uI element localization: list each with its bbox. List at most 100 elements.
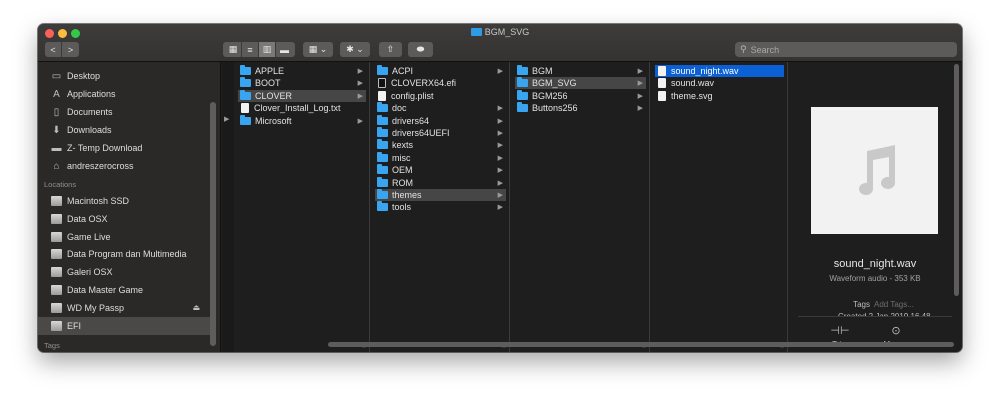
column-row[interactable]: sound_night.wav: [655, 65, 784, 77]
sidebar-item-label: Z- Temp Download: [67, 143, 143, 153]
list-view-button[interactable]: ≡: [242, 42, 259, 57]
row-label: config.plist: [391, 90, 434, 101]
row-label: kexts: [392, 140, 414, 151]
column-row[interactable]: doc ▶: [375, 102, 506, 114]
column-row[interactable]: Buttons256 ▶: [515, 102, 646, 114]
sidebar-location-label: Data OSX: [67, 213, 108, 224]
chevron-right-icon: ▶: [357, 68, 363, 75]
back-button[interactable]: <: [45, 42, 62, 57]
chevron-right-icon: ▶: [497, 179, 503, 187]
disk-icon: [50, 196, 63, 207]
column-row[interactable]: drivers64 ▶: [375, 114, 506, 127]
sidebar-location[interactable]: Data Program dan Multimedia: [38, 245, 210, 263]
share-button[interactable]: ⇧: [379, 42, 402, 57]
forward-button[interactable]: >: [62, 42, 79, 57]
executable-file-icon: [378, 78, 386, 89]
column-row[interactable]: BOOT ▶: [238, 77, 366, 89]
sidebar-location[interactable]: EFI: [38, 316, 210, 335]
chevron-right-icon: ▶: [637, 68, 643, 75]
column-row[interactable]: sound.wav: [655, 77, 784, 89]
folder-icon: [377, 151, 388, 162]
eject-icon[interactable]: ⏏: [192, 303, 200, 312]
sidebar-location[interactable]: Data Master Game: [38, 281, 210, 299]
sidebar-item[interactable]: ⌂ andreszerocross: [38, 157, 210, 175]
sidebar-scrollbar[interactable]: [210, 102, 216, 346]
column-row[interactable]: CLOVERX64.efi: [375, 77, 506, 89]
finder-window: BGM_SVG < > ▦ ≡ ▥ ▬ ▦ ⌄ ✱ ⌄ ⇧ ⬬ ⚲ Search…: [38, 24, 962, 352]
column-2: ACPI ▶ CLOVERX64.efi config.plist doc ▶ driver…: [371, 62, 510, 352]
row-label: sound.wav: [671, 78, 715, 89]
chevron-right-icon: ▶: [637, 105, 643, 113]
sidebar-item[interactable]: ▯ Documents: [38, 103, 210, 121]
sidebar-item[interactable]: ▬ Z- Temp Download: [38, 139, 210, 157]
chevron-right-icon: ▶: [497, 142, 503, 150]
column-row[interactable]: misc ▶: [375, 151, 506, 164]
column-row[interactable]: config.plist: [375, 90, 506, 102]
row-label: drivers64UEFI: [392, 128, 450, 138]
sidebar-location[interactable]: Macintosh SSD: [38, 192, 210, 210]
column-row[interactable]: ACPI ▶: [375, 65, 506, 77]
sidebar-location[interactable]: Data OSX: [38, 210, 210, 228]
preview-scrollbar[interactable]: [954, 64, 959, 296]
sidebar-location[interactable]: WD My Passp ⏏: [38, 299, 210, 317]
column-row[interactable]: tools ▶: [375, 201, 506, 213]
sidebar-item[interactable]: ▭ Desktop: [38, 67, 210, 85]
folder-icon: [240, 114, 251, 125]
row-label: tools: [392, 202, 412, 213]
column-row[interactable]: drivers64UEFI ▶: [375, 127, 506, 139]
row-label: Buttons256: [532, 103, 578, 114]
documents-icon: ▯: [53, 106, 60, 118]
sidebar-item[interactable]: ⬇ Downloads: [38, 121, 210, 139]
search-field[interactable]: ⚲ Search: [735, 42, 957, 57]
column-row[interactable]: APPLE ▶: [238, 65, 366, 77]
row-label: sound_night.wav: [671, 66, 739, 76]
chevron-right-icon: ▶: [497, 117, 503, 125]
action-gear-button[interactable]: ✱ ⌄: [340, 42, 370, 57]
chevron-right-icon: ▶: [497, 105, 503, 113]
column-3: BGM▶BGM_SVG▶BGM256▶Buttons256▶ ıı: [511, 62, 650, 352]
column-row[interactable]: ROM ▶: [375, 176, 506, 189]
row-label: BGM256: [532, 90, 568, 101]
folder-icon: [517, 77, 528, 88]
preview-tags-label: Tags: [853, 300, 870, 309]
preview-pane: sound_night.wav Waveform audio - 353 KB …: [788, 62, 962, 352]
folder-icon: ▬: [51, 142, 62, 154]
icon-view-button[interactable]: ▦: [225, 42, 242, 57]
column-row[interactable]: kexts ▶: [375, 139, 506, 151]
column-row[interactable]: Clover_Install_Log.txt: [238, 102, 366, 114]
folder-icon: [377, 201, 388, 212]
disk-icon: [50, 249, 63, 260]
preview-divider: [798, 316, 952, 317]
downloads-icon: ⬇: [52, 124, 61, 136]
tags-header: Tags: [44, 341, 60, 350]
sidebar-item-label: Downloads: [67, 125, 112, 135]
sidebar-item-label: Applications: [67, 89, 116, 99]
chevron-right-icon: ▶: [357, 117, 363, 125]
gallery-view-button[interactable]: ▬: [276, 42, 293, 57]
horizontal-scrollbar[interactable]: [328, 342, 954, 347]
chevron-right-icon: ▶: [357, 80, 363, 88]
column-row[interactable]: BGM ▶: [515, 65, 646, 77]
group-by-button[interactable]: ▦ ⌄: [303, 42, 333, 57]
document-icon: [658, 90, 666, 101]
column-row[interactable]: themes ▶: [375, 189, 506, 201]
column-row[interactable]: Microsoft ▶: [238, 114, 366, 127]
row-label: BGM: [532, 66, 553, 76]
column-row[interactable]: OEM ▶: [375, 164, 506, 176]
column-row[interactable]: BGM_SVG ▶: [515, 77, 646, 90]
folder-icon: [240, 89, 251, 100]
folder-icon: [377, 164, 388, 175]
view-mode-control: ▦ ≡ ▥ ▬: [223, 42, 295, 57]
locations-header: Locations: [44, 180, 77, 189]
sidebar-item[interactable]: A Applications: [38, 85, 210, 103]
column-row[interactable]: theme.svg: [655, 90, 784, 102]
sidebar-location[interactable]: Galeri OSX: [38, 263, 210, 281]
applications-icon: A: [53, 88, 60, 100]
column-view-button[interactable]: ▥: [259, 42, 276, 57]
preview-tags-input[interactable]: Add Tags...: [874, 300, 914, 309]
tag-button[interactable]: ⬬: [408, 42, 433, 57]
row-label: CLOVERX64.efi: [391, 78, 457, 89]
column-row[interactable]: BGM256 ▶: [515, 89, 646, 102]
column-row[interactable]: CLOVER ▶: [238, 89, 366, 102]
sidebar-location[interactable]: Game Live: [38, 228, 210, 246]
